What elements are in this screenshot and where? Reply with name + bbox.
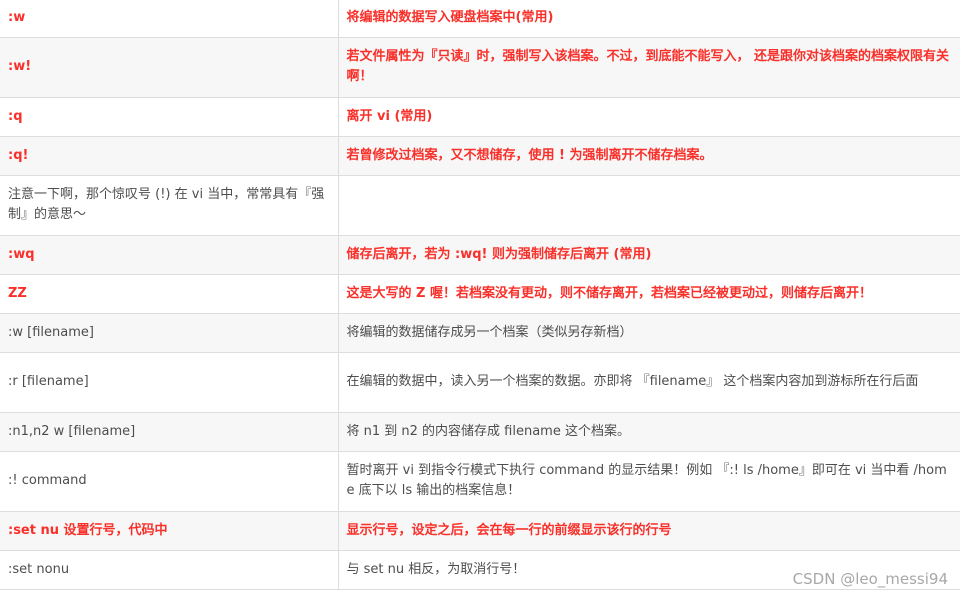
table-row: :wq 储存后离开，若为 :wq! 则为强制储存后离开 (常用) — [0, 235, 960, 275]
table-row: :r [filename] 在编辑的数据中，读入另一个档案的数据。亦即将 『fi… — [0, 352, 960, 413]
command-cell: :q — [0, 97, 339, 137]
description-cell: 离开 vi (常用) — [338, 97, 960, 137]
vi-command-table: :w 将编辑的数据写入硬盘档案中(常用) :w! 若文件属性为『只读』时，强制写… — [0, 0, 960, 590]
table-body: :w 将编辑的数据写入硬盘档案中(常用) :w! 若文件属性为『只读』时，强制写… — [0, 0, 960, 590]
description-cell: 这是大写的 Z 喔！若档案没有更动，则不储存离开，若档案已经被更动过，则储存后离… — [338, 274, 960, 314]
table-row: :n1,n2 w [filename] 将 n1 到 n2 的内容储存成 fil… — [0, 412, 960, 452]
description-cell: 暂时离开 vi 到指令行模式下执行 command 的显示结果！例如 『:! l… — [338, 451, 960, 512]
csdn-watermark: CSDN @leo_messi94 — [792, 570, 948, 588]
table-row: :q 离开 vi (常用) — [0, 97, 960, 137]
command-cell: 注意一下啊，那个惊叹号 (!) 在 vi 当中，常常具有『强制』的意思～ — [0, 175, 339, 236]
description-cell: 若文件属性为『只读』时，强制写入该档案。不过，到底能不能写入， 还是跟你对该档案… — [338, 37, 960, 98]
command-cell: :n1,n2 w [filename] — [0, 412, 339, 452]
description-cell: 将 n1 到 n2 的内容储存成 filename 这个档案。 — [338, 412, 960, 452]
table-row: :q! 若曾修改过档案，又不想储存，使用 ! 为强制离开不储存档案。 — [0, 136, 960, 176]
command-cell: :set nu 设置行号，代码中 — [0, 511, 339, 551]
command-cell: :wq — [0, 235, 339, 275]
table-row: :w 将编辑的数据写入硬盘档案中(常用) — [0, 0, 960, 38]
table-row: :! command 暂时离开 vi 到指令行模式下执行 command 的显示… — [0, 451, 960, 512]
description-cell: 储存后离开，若为 :wq! 则为强制储存后离开 (常用) — [338, 235, 960, 275]
table-row: :w! 若文件属性为『只读』时，强制写入该档案。不过，到底能不能写入， 还是跟你… — [0, 37, 960, 98]
description-cell: 若曾修改过档案，又不想储存，使用 ! 为强制离开不储存档案。 — [338, 136, 960, 176]
command-cell: :w [filename] — [0, 313, 339, 353]
command-cell: ZZ — [0, 274, 339, 314]
description-cell: 在编辑的数据中，读入另一个档案的数据。亦即将 『filename』 这个档案内容… — [338, 352, 960, 413]
table-row: :set nu 设置行号，代码中 显示行号，设定之后，会在每一行的前缀显示该行的… — [0, 511, 960, 551]
command-cell: :w — [0, 0, 339, 38]
description-cell — [338, 175, 960, 236]
table-row: :w [filename] 将编辑的数据储存成另一个档案（类似另存新档） — [0, 313, 960, 353]
description-cell: 显示行号，设定之后，会在每一行的前缀显示该行的行号 — [338, 511, 960, 551]
table-row: ZZ 这是大写的 Z 喔！若档案没有更动，则不储存离开，若档案已经被更动过，则储… — [0, 274, 960, 314]
command-cell: :set nonu — [0, 550, 339, 590]
table-row: 注意一下啊，那个惊叹号 (!) 在 vi 当中，常常具有『强制』的意思～ — [0, 175, 960, 236]
command-cell: :q! — [0, 136, 339, 176]
command-cell: :w! — [0, 37, 339, 98]
command-cell: :! command — [0, 451, 339, 512]
description-cell: 将编辑的数据储存成另一个档案（类似另存新档） — [338, 313, 960, 353]
description-cell: 将编辑的数据写入硬盘档案中(常用) — [338, 0, 960, 38]
command-cell: :r [filename] — [0, 352, 339, 413]
